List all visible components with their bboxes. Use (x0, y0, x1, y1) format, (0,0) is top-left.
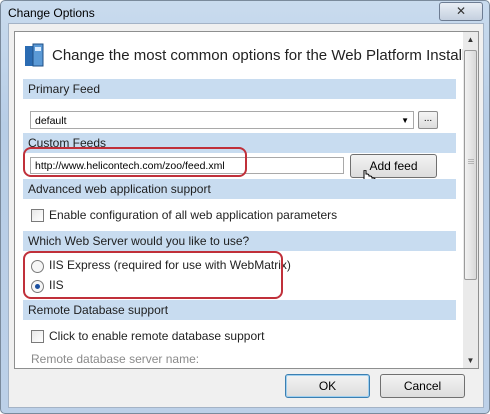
remote-db-label: Click to enable remote database support (49, 329, 265, 343)
options-scroll-pane: Change the most common options for the W… (14, 31, 464, 369)
primary-feed-value: default (35, 115, 67, 127)
remote-db-checkbox[interactable] (31, 330, 44, 343)
dialog-body: Change the most common options for the W… (8, 23, 484, 408)
section-web-server: Which Web Server would you like to use? (23, 231, 456, 251)
ok-button[interactable]: OK (285, 374, 370, 398)
advanced-config-checkbox[interactable] (31, 209, 44, 222)
section-remote-database: Remote Database support (23, 300, 456, 320)
remote-db-server-name-label: Remote database server name: (31, 352, 200, 366)
scroll-up-icon[interactable]: ▲ (463, 32, 478, 47)
change-options-dialog: Change Options ✕ Change the most common … (0, 0, 490, 414)
primary-feed-browse-button[interactable]: ... (418, 111, 438, 129)
custom-feed-highlight (23, 147, 247, 177)
vertical-scrollbar[interactable]: ▲ — — — ▼ (463, 31, 479, 369)
window-close-button[interactable]: ✕ (439, 2, 483, 21)
section-primary-feed: Primary Feed (23, 79, 456, 99)
section-advanced-web-app: Advanced web application support (23, 179, 456, 199)
web-server-highlight (23, 251, 283, 299)
scroll-down-icon[interactable]: ▼ (463, 353, 478, 368)
cancel-button[interactable]: Cancel (380, 374, 465, 398)
scrollbar-grip-icon: — — — (468, 157, 474, 167)
advanced-config-label: Enable configuration of all web applicat… (49, 208, 338, 222)
window-title: Change Options (8, 6, 95, 20)
title-bar: Change Options ✕ (1, 1, 489, 25)
window-close-icon: ✕ (455, 4, 467, 18)
dropdown-caret-icon: ▼ (401, 116, 409, 125)
scrollbar-thumb[interactable]: — — — (464, 50, 477, 280)
primary-feed-dropdown[interactable]: default ▼ (30, 111, 414, 129)
options-header: Change the most common options for the W… (24, 41, 463, 73)
installer-logo-icon (25, 43, 44, 67)
options-header-text: Change the most common options for the W… (52, 47, 464, 64)
